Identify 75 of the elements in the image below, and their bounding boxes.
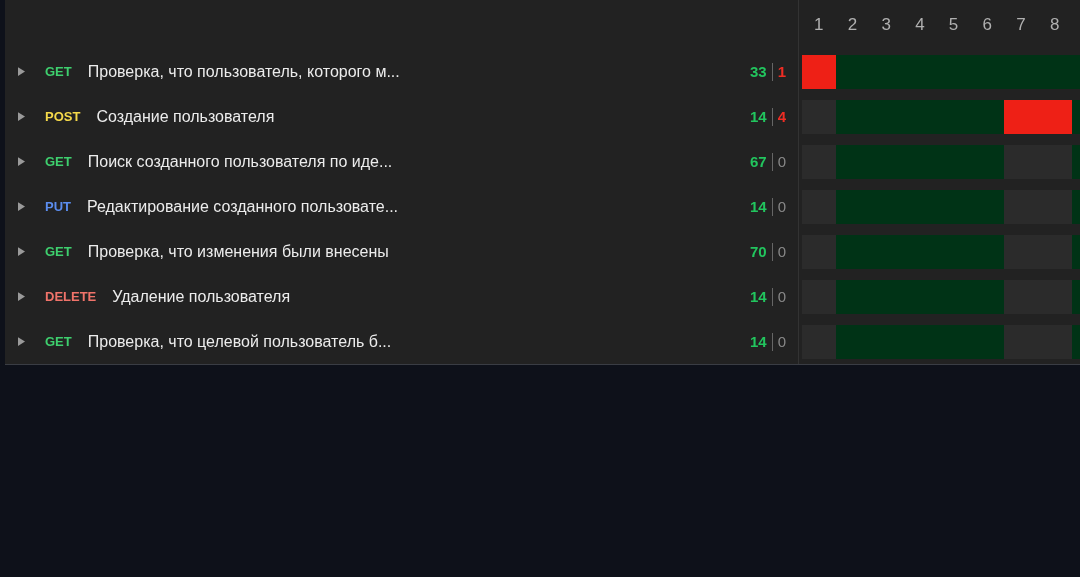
test-title[interactable]: Проверка, что целевой пользователь б... <box>87 332 750 351</box>
http-method: DELETE <box>45 289 97 304</box>
test-title[interactable]: Проверка, что изменения были внесены <box>87 242 750 261</box>
failed-count: 0 <box>777 243 786 260</box>
result-cell <box>802 235 836 269</box>
result-cell <box>1004 190 1038 224</box>
test-title[interactable]: Поиск созданного пользователя по иде... <box>87 152 750 171</box>
result-cell <box>970 325 1005 359</box>
result-cell <box>835 145 870 179</box>
failed-count: 0 <box>777 288 786 305</box>
run-number: 5 <box>947 14 960 35</box>
passed-count: 14 <box>749 333 767 350</box>
passed-count: 14 <box>749 198 767 215</box>
result-cell <box>1037 280 1072 314</box>
result-cell <box>802 55 836 89</box>
result-cell <box>970 190 1005 224</box>
failed-count: 0 <box>777 333 786 350</box>
http-method: GET <box>45 154 72 169</box>
run-number: 3 <box>880 14 892 35</box>
result-cell <box>802 145 836 179</box>
result-cell <box>1004 100 1038 134</box>
http-method: PUT <box>45 199 71 214</box>
expand-arrow-icon[interactable] <box>18 67 25 76</box>
http-method: GET <box>45 64 72 79</box>
result-cell <box>1004 145 1038 179</box>
result-cell <box>802 280 836 314</box>
test-title[interactable]: Создание пользователя <box>96 107 750 126</box>
result-cell <box>835 235 870 269</box>
passed-count: 67 <box>749 153 767 170</box>
run-number: 8 <box>1048 14 1061 35</box>
test-title[interactable]: Проверка, что пользователь, которого м... <box>87 62 750 81</box>
expand-arrow-icon[interactable] <box>18 112 25 121</box>
result-cell <box>970 145 1005 179</box>
result-cell <box>802 190 836 224</box>
result-cell <box>835 325 870 359</box>
result-cell <box>1037 190 1072 224</box>
result-cell <box>1037 100 1072 134</box>
passed-count: 14 <box>749 108 767 125</box>
passed-count: 70 <box>749 243 767 260</box>
http-method: GET <box>45 334 72 349</box>
http-method: POST <box>45 109 81 124</box>
run-number: 4 <box>914 14 926 35</box>
result-cell <box>1004 325 1038 359</box>
result-cell <box>970 280 1005 314</box>
passed-count: 33 <box>749 63 767 80</box>
http-method: GET <box>45 244 72 259</box>
result-cell <box>1004 235 1038 269</box>
result-cell <box>835 190 870 224</box>
result-cell <box>835 280 870 314</box>
run-number: 2 <box>846 14 859 35</box>
failed-count: 0 <box>777 198 786 215</box>
result-cell <box>1004 280 1038 314</box>
result-cell <box>970 235 1005 269</box>
test-title[interactable]: Удаление пользователя <box>112 287 750 306</box>
failed-count: 1 <box>777 63 786 80</box>
expand-arrow-icon[interactable] <box>18 337 25 346</box>
run-number: 7 <box>1015 14 1027 35</box>
expand-arrow-icon[interactable] <box>18 202 25 211</box>
expand-arrow-icon[interactable] <box>18 157 25 166</box>
run-number: 6 <box>981 14 993 35</box>
failed-count: 4 <box>777 108 786 125</box>
failed-count: 0 <box>777 153 786 170</box>
result-cell <box>970 100 1005 134</box>
result-cell <box>835 100 870 134</box>
result-cell <box>1037 325 1072 359</box>
expand-arrow-icon[interactable] <box>18 292 25 301</box>
passed-count: 14 <box>749 288 767 305</box>
expand-arrow-icon[interactable] <box>18 247 25 256</box>
result-cell <box>1037 235 1072 269</box>
test-title[interactable]: Редактирование созданного пользовате... <box>87 197 750 216</box>
result-cell <box>1037 145 1072 179</box>
result-cell <box>802 325 836 359</box>
result-cell <box>835 55 870 89</box>
result-cell <box>802 100 836 134</box>
run-number: 1 <box>813 14 825 35</box>
